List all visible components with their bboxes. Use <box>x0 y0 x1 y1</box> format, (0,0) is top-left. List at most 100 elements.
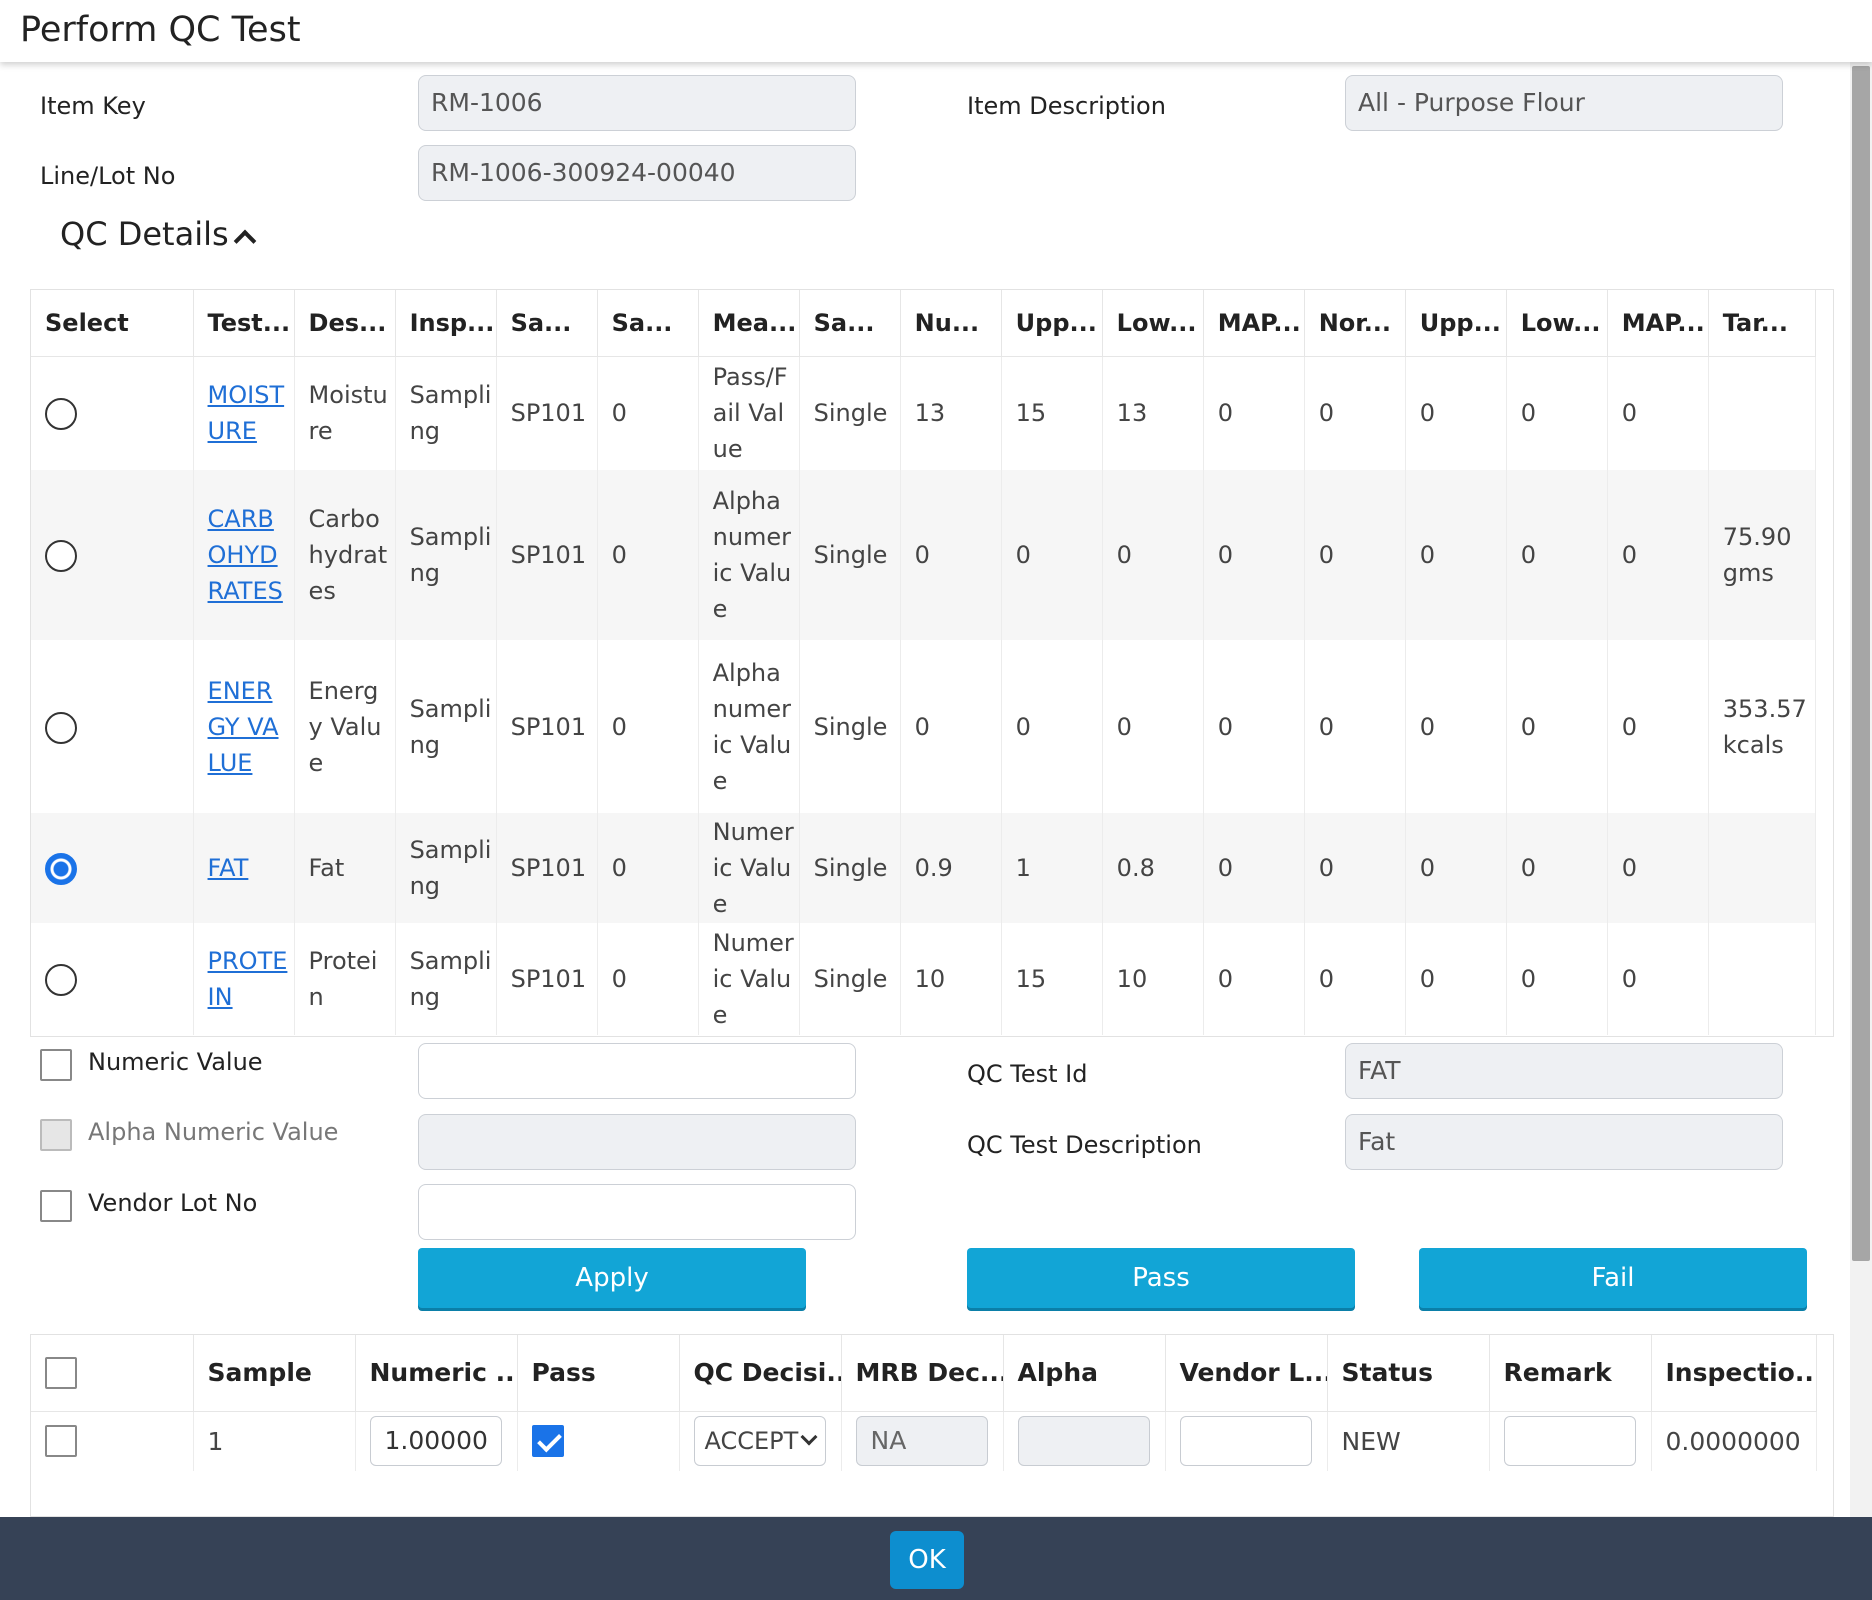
column-header[interactable]: Upp... <box>1405 290 1507 357</box>
column-header[interactable]: Sample <box>193 1335 356 1412</box>
column-header[interactable]: Sa... <box>597 290 699 357</box>
row-select-radio[interactable] <box>45 711 77 744</box>
test-id-link[interactable]: PROTEIN <box>208 947 288 1011</box>
item-description-field[interactable]: All - Purpose Flour <box>1345 75 1783 131</box>
cell-numeric: 13 <box>900 356 1002 470</box>
alpha-cell-input[interactable] <box>1017 1416 1150 1467</box>
cell-map-2: 0 <box>1607 356 1709 470</box>
column-header[interactable]: Inspectio... <box>1651 1335 1817 1412</box>
cell-description: Fat <box>294 813 396 923</box>
cell-upper-2: 0 <box>1405 356 1507 470</box>
row-select-radio[interactable] <box>45 540 77 572</box>
qc-test-description-field[interactable]: Fat <box>1345 1114 1783 1170</box>
table-row[interactable]: FAT Fat Sampling SP101 0 Numeric Value S… <box>31 813 1817 923</box>
cell-inspection: Sampling <box>395 923 497 1035</box>
numeric-value-checkbox[interactable] <box>40 1049 72 1081</box>
cell-description: Carbohydrates <box>294 470 396 640</box>
cell-upper-2: 0 <box>1405 640 1507 813</box>
select-all-checkbox[interactable] <box>45 1356 77 1389</box>
qc-tests-grid: Select Test... Des... Insp... Sa... Sa..… <box>30 289 1834 1037</box>
alpha-numeric-value-checkbox[interactable] <box>40 1119 72 1151</box>
table-row[interactable]: CARBOHYDRATES Carbohydrates Sampling SP1… <box>31 470 1817 640</box>
cell-sample-size: 0 <box>597 470 699 640</box>
test-id-link[interactable]: MOISTURE <box>208 381 285 445</box>
column-header[interactable]: Sa... <box>496 290 598 357</box>
column-header[interactable]: Vendor L... <box>1165 1335 1328 1412</box>
column-header[interactable]: Insp... <box>395 290 497 357</box>
table-row[interactable]: ENERGY VALUE Energy Value Sampling SP101… <box>31 640 1817 813</box>
test-id-link[interactable]: ENERGY VALUE <box>208 677 279 777</box>
column-header[interactable]: QC Decisi... <box>679 1335 842 1412</box>
column-header[interactable]: Low... <box>1506 290 1608 357</box>
vendor-lot-no-input[interactable] <box>418 1184 856 1240</box>
cell-sample-size: 0 <box>597 813 699 923</box>
cell-measure: Pass/Fail Value <box>698 356 800 470</box>
cell-lower-2: 0 <box>1506 813 1608 923</box>
cell-numeric: 0 <box>900 640 1002 813</box>
column-header[interactable]: MAP... <box>1203 290 1305 357</box>
table-row[interactable]: MOISTURE Moisture Sampling SP101 0 Pass/… <box>31 356 1817 470</box>
qc-details-toggle[interactable]: QC Details <box>60 215 256 253</box>
cell-inspection: Sampling <box>395 640 497 813</box>
cell-lower: 10 <box>1102 923 1204 1035</box>
row-select-radio[interactable] <box>45 853 77 885</box>
test-id-link[interactable]: CARBOHYDRATES <box>208 505 283 605</box>
item-key-field[interactable]: RM-1006 <box>418 75 856 131</box>
qc-decision-select[interactable]: ACCEPT <box>693 1416 826 1467</box>
column-header[interactable]: Nor... <box>1304 290 1406 357</box>
column-header[interactable]: Status <box>1327 1335 1490 1412</box>
lot-no-field[interactable]: RM-1006-300924-00040 <box>418 145 856 201</box>
table-row[interactable]: 1 1.00000 ACCEPT NA NEW 0.0000000 <box>31 1411 1817 1471</box>
ok-button[interactable]: OK <box>890 1531 964 1589</box>
column-header[interactable]: Numeric ... <box>355 1335 518 1412</box>
column-header[interactable]: Nu... <box>900 290 1002 357</box>
vendor-lot-cell-input[interactable] <box>1179 1416 1312 1467</box>
cell-description: Protein <box>294 923 396 1035</box>
qc-grid-header-row: Select Test... Des... Insp... Sa... Sa..… <box>31 290 1817 357</box>
pass-checkbox[interactable] <box>531 1425 564 1458</box>
qc-test-id-field[interactable]: FAT <box>1345 1043 1783 1099</box>
cell-measure: Alphanumeric Value <box>698 640 800 813</box>
cell-map: 0 <box>1203 356 1305 470</box>
column-header[interactable]: Pass <box>517 1335 680 1412</box>
cell-upper-2: 0 <box>1405 923 1507 1035</box>
table-row[interactable]: PROTEIN Protein Sampling SP101 0 Numeric… <box>31 923 1817 1035</box>
alpha-numeric-value-input[interactable] <box>418 1114 856 1170</box>
column-header[interactable]: Remark <box>1489 1335 1652 1412</box>
numeric-cell-input[interactable]: 1.00000 <box>369 1416 502 1467</box>
column-header[interactable]: MRB Dec... <box>841 1335 1004 1412</box>
cell-description: Moisture <box>294 356 396 470</box>
column-header[interactable]: MAP... <box>1607 290 1709 357</box>
column-header[interactable]: Alpha <box>1003 1335 1166 1412</box>
column-header[interactable]: Low... <box>1102 290 1204 357</box>
column-header[interactable]: Test... <box>193 290 295 357</box>
cell-inspection: Sampling <box>395 813 497 923</box>
row-select-checkbox[interactable] <box>45 1425 77 1458</box>
mrb-decision-input[interactable]: NA <box>855 1416 988 1467</box>
cell-upper: 0 <box>1001 470 1103 640</box>
column-header[interactable]: Mea... <box>698 290 800 357</box>
remark-cell-input[interactable] <box>1503 1416 1636 1467</box>
pass-button[interactable]: Pass <box>967 1248 1355 1308</box>
fail-button[interactable]: Fail <box>1419 1248 1807 1308</box>
numeric-value-input[interactable] <box>418 1043 856 1099</box>
column-header[interactable]: Sa... <box>799 290 901 357</box>
cell-lower-2: 0 <box>1506 640 1608 813</box>
column-header[interactable]: Upp... <box>1001 290 1103 357</box>
row-select-radio[interactable] <box>45 964 77 996</box>
dialog-header: Perform QC Test <box>0 0 1872 62</box>
test-id-link[interactable]: FAT <box>208 854 249 882</box>
vendor-lot-no-checkbox[interactable] <box>40 1190 72 1222</box>
column-header[interactable]: Tar... <box>1708 290 1817 357</box>
cell-measure: Numeric Value <box>698 923 800 1035</box>
chevron-up-icon <box>233 229 256 253</box>
column-header[interactable]: Des... <box>294 290 396 357</box>
row-select-radio[interactable] <box>45 398 77 431</box>
cell-normal: 0 <box>1304 923 1406 1035</box>
column-header[interactable]: Select <box>31 290 194 357</box>
apply-button[interactable]: Apply <box>418 1248 806 1308</box>
scrollbar-thumb[interactable] <box>1852 66 1870 1261</box>
cell-target <box>1708 923 1817 1035</box>
cell-sample-plan: SP101 <box>496 813 598 923</box>
numeric-value-label: Numeric Value <box>88 1048 263 1076</box>
